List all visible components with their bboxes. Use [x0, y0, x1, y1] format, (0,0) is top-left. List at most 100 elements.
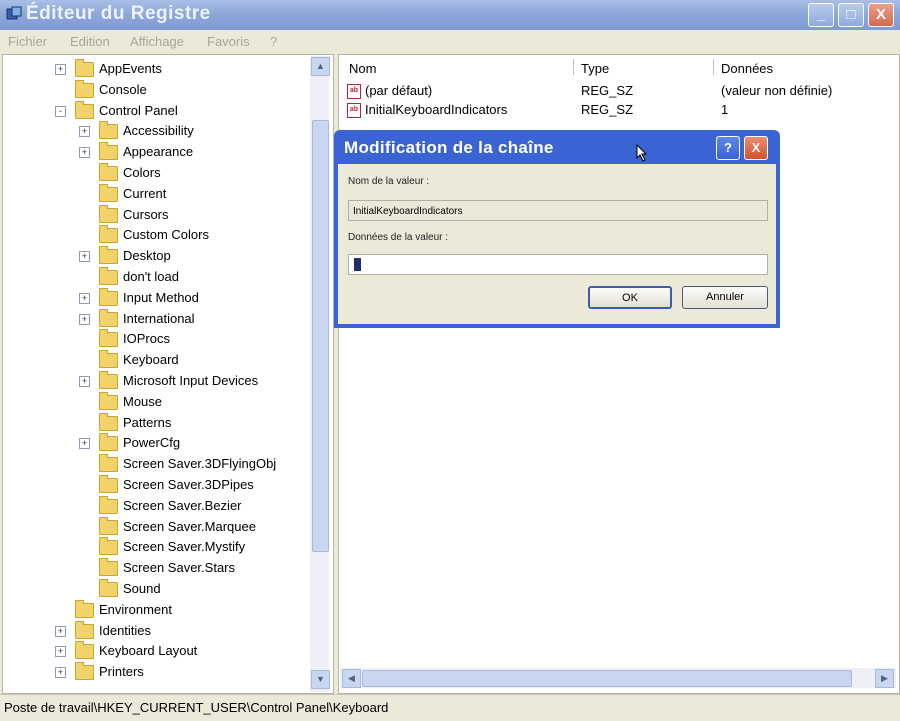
tree-item[interactable]: + Keyboard Layout: [3, 641, 309, 661]
tree-item[interactable]: Screen Saver.Marquee: [3, 516, 309, 537]
registry-tree[interactable]: + AppEvents Console - Control Panel + Accessib…: [2, 54, 334, 694]
edit-string-dialog: Modification de la chaîne ? X Nom de la …: [334, 130, 780, 328]
tree-scroll-thumb[interactable]: [312, 120, 329, 552]
column-divider[interactable]: [573, 59, 574, 75]
tree-item[interactable]: + PowerCfg: [3, 433, 309, 453]
title-bar[interactable]: Éditeur du Registre _ □ X: [0, 0, 900, 30]
column-header-data[interactable]: Données: [721, 61, 773, 76]
folder-icon: [99, 371, 118, 389]
maximize-button[interactable]: □: [838, 3, 864, 27]
tree-item-label: Screen Saver.3DFlyingObj: [123, 456, 277, 472]
expand-icon[interactable]: +: [55, 646, 66, 658]
tree-item[interactable]: + Printers: [3, 662, 309, 682]
tree-item[interactable]: + Identities: [3, 620, 309, 641]
scroll-left-icon[interactable]: ◀: [342, 669, 361, 688]
folder-icon: [99, 454, 118, 473]
tree-item[interactable]: don't load: [3, 267, 309, 287]
ok-button[interactable]: OK: [588, 286, 672, 309]
folder-icon: [99, 329, 118, 348]
tree-item[interactable]: + Desktop: [3, 246, 309, 266]
tree-item[interactable]: + Microsoft Input Devices: [3, 371, 309, 391]
reg-sz-icon: ab: [347, 103, 361, 118]
status-bar: Poste de travail\HKEY_CURRENT_USER\Contr…: [0, 694, 900, 721]
folder-icon: [99, 142, 118, 161]
tree-item-label: Desktop: [123, 248, 171, 264]
tree-item[interactable]: Sound: [3, 579, 309, 599]
column-header-type[interactable]: Type: [581, 61, 609, 76]
menu-edition[interactable]: Edition: [70, 34, 110, 49]
tree-item[interactable]: Keyboard: [3, 350, 309, 370]
mouse-cursor-icon: [636, 144, 648, 162]
scroll-down-icon[interactable]: ▼: [311, 670, 330, 689]
tree-item-label: Screen Saver.Stars: [123, 560, 235, 576]
value-data: 1: [721, 102, 729, 117]
dialog-close-button[interactable]: X: [744, 136, 768, 160]
tree-item-label: PowerCfg: [123, 435, 181, 451]
list-item[interactable]: ab InitialKeyboardIndicators REG_SZ 1: [345, 101, 885, 120]
tree-item-label: Console: [99, 81, 147, 97]
column-divider[interactable]: [713, 59, 714, 75]
expand-icon[interactable]: +: [79, 376, 90, 387]
expand-icon[interactable]: +: [55, 625, 66, 637]
tree-item[interactable]: Colors: [3, 163, 309, 183]
folder-icon: [99, 391, 118, 410]
tree-item[interactable]: Screen Saver.Mystify: [3, 537, 309, 557]
tree-item[interactable]: + AppEvents: [3, 59, 309, 79]
tree-item[interactable]: Console: [3, 79, 309, 100]
tree-item[interactable]: Environment: [3, 599, 309, 620]
regedit-icon: [6, 6, 22, 20]
menu-affichage[interactable]: Affichage: [130, 34, 184, 49]
tree-item[interactable]: Patterns: [3, 412, 309, 433]
tree-item[interactable]: + Input Method: [3, 287, 309, 308]
folder-icon: [99, 412, 118, 431]
value-data-input[interactable]: [348, 254, 768, 275]
expand-icon[interactable]: +: [79, 126, 90, 138]
tree-item[interactable]: - Control Panel: [3, 100, 309, 121]
value-name: InitialKeyboardIndicators: [365, 102, 508, 117]
folder-icon: [75, 59, 94, 77]
tree-item[interactable]: IOProcs: [3, 329, 309, 349]
value-data-label: Données de la valeur :: [348, 232, 449, 243]
scroll-right-icon[interactable]: ▶: [875, 669, 894, 688]
list-hscrollbar[interactable]: ◀ ▶: [340, 668, 896, 688]
tree-item[interactable]: Screen Saver.Bezier: [3, 495, 309, 516]
help-button[interactable]: ?: [716, 136, 740, 160]
expand-icon[interactable]: +: [79, 438, 90, 450]
expand-icon[interactable]: +: [79, 292, 90, 304]
expand-icon[interactable]: +: [55, 64, 66, 75]
menu-help[interactable]: ?: [270, 34, 277, 49]
folder-icon: [75, 662, 94, 681]
tree-item[interactable]: Custom Colors: [3, 225, 309, 245]
status-path: Poste de travail\HKEY_CURRENT_USER\Contr…: [4, 700, 389, 715]
tree-item[interactable]: + International: [3, 308, 309, 329]
folder-icon: [75, 100, 94, 119]
tree-item[interactable]: Screen Saver.3DPipes: [3, 475, 309, 495]
expand-icon[interactable]: +: [79, 147, 90, 159]
tree-item[interactable]: Screen Saver.3DFlyingObj: [3, 454, 309, 474]
cancel-button[interactable]: Annuler: [682, 286, 768, 309]
list-item[interactable]: ab (par défaut) REG_SZ (valeur non défin…: [345, 82, 885, 101]
reg-sz-icon: ab: [347, 84, 361, 99]
menu-favoris[interactable]: Favoris: [207, 34, 250, 49]
tree-item[interactable]: Screen Saver.Stars: [3, 558, 309, 578]
tree-item-label: Mouse: [123, 393, 163, 409]
tree-item-label: Custom Colors: [123, 227, 209, 243]
tree-item[interactable]: + Appearance: [3, 142, 309, 162]
expand-icon[interactable]: +: [79, 313, 90, 325]
expand-icon[interactable]: +: [55, 667, 66, 679]
tree-item-label: don't load: [123, 269, 179, 284]
collapse-icon[interactable]: -: [55, 105, 66, 117]
folder-icon: [99, 495, 118, 514]
menu-fichier[interactable]: Fichier: [8, 34, 47, 49]
tree-item[interactable]: Current: [3, 183, 309, 204]
column-header-name[interactable]: Nom: [349, 61, 376, 76]
close-button[interactable]: X: [868, 3, 894, 27]
expand-icon[interactable]: +: [79, 251, 90, 263]
hscroll-thumb[interactable]: [362, 670, 852, 687]
minimize-button[interactable]: _: [808, 3, 834, 27]
tree-item[interactable]: + Accessibility: [3, 121, 309, 141]
tree-item-label: Keyboard: [123, 352, 179, 368]
tree-item[interactable]: Mouse: [3, 391, 309, 412]
scroll-up-icon[interactable]: ▲: [311, 57, 330, 76]
tree-item[interactable]: Cursors: [3, 204, 309, 225]
